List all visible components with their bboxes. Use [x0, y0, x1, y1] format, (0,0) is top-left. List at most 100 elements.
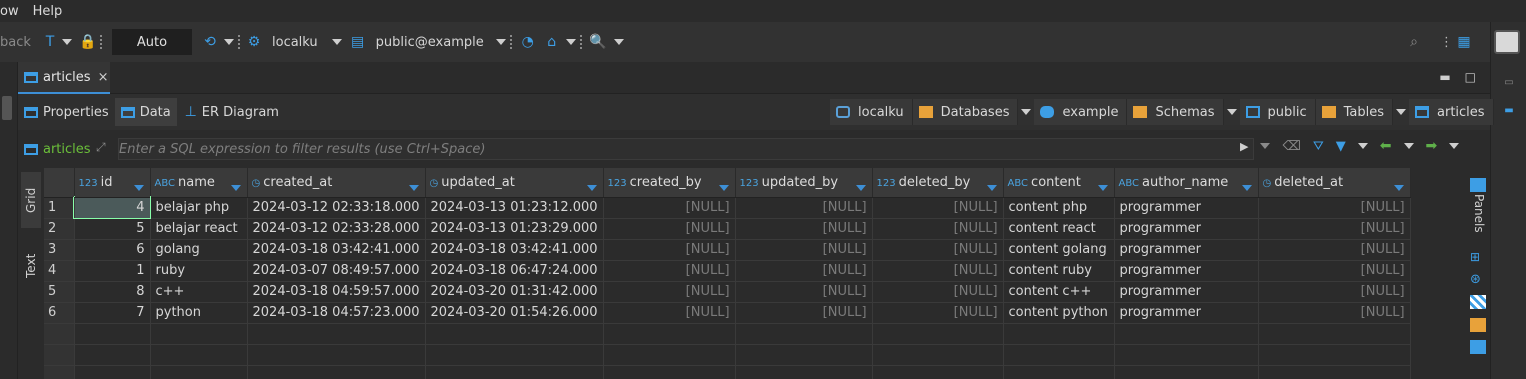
cell-id[interactable]: 1 [74, 260, 151, 282]
row-number[interactable]: 6 [44, 302, 75, 324]
lock-icon[interactable]: 🔒 [79, 34, 96, 50]
row-number[interactable]: 2 [44, 218, 75, 240]
cell-id[interactable]: 6 [74, 239, 151, 261]
references-panel-icon[interactable] [1470, 340, 1486, 354]
calc-panel-icon[interactable] [1470, 318, 1486, 332]
user-avatar[interactable] [1494, 30, 1520, 54]
menu-item-help[interactable]: Help [26, 4, 70, 19]
cell-deleted-at[interactable]: [NULL] [1258, 281, 1411, 303]
cell-author-name[interactable]: programmer [1114, 218, 1259, 240]
menu-item-window[interactable]: ow [0, 4, 26, 19]
breadcrumb-schemas[interactable]: Schemas [1127, 99, 1224, 125]
cell-updated-at[interactable]: 2024-03-20 01:31:42.000 [425, 281, 604, 303]
cell-deleted-by[interactable]: [NULL] [872, 260, 1004, 282]
sort-icon[interactable] [1097, 180, 1108, 195]
tasks-dropdown-icon[interactable] [565, 39, 576, 45]
minimize-icon[interactable]: ▬ [1439, 70, 1450, 84]
search-db-icon[interactable]: 🔍 [589, 34, 606, 50]
table-row[interactable]: 6 7 python 2024-03-18 04:57:23.000 2024-03-2… [44, 302, 1411, 324]
sort-icon[interactable] [718, 180, 729, 195]
cell-updated-by[interactable]: [NULL] [735, 239, 873, 261]
panels-toggle-icon[interactable] [1470, 178, 1486, 192]
column-header-deleted-at[interactable]: ◷ deleted_at [1258, 168, 1411, 198]
row-number[interactable]: 5 [44, 281, 75, 303]
cell-deleted-by[interactable]: [NULL] [872, 218, 1004, 240]
column-header-content[interactable]: ABC content [1003, 168, 1115, 198]
cell-updated-by[interactable]: [NULL] [735, 197, 873, 219]
table-row[interactable]: 5 8 c++ 2024-03-18 04:59:57.000 2024-03-20 0… [44, 281, 1411, 303]
column-header-created-by[interactable]: 123 created_by [603, 168, 736, 198]
cell-name[interactable]: belajar php [150, 197, 248, 219]
more-options-icon[interactable]: ⋮ [1440, 35, 1453, 50]
column-header-author-name[interactable]: ABC author_name [1114, 168, 1259, 198]
cell-created-at[interactable]: 2024-03-18 03:42:41.000 [247, 239, 426, 261]
breadcrumb-localku[interactable]: localku [830, 99, 913, 125]
cell-author-name[interactable]: programmer [1114, 239, 1259, 261]
cell-id[interactable]: 4 [73, 196, 151, 219]
column-header-deleted-by[interactable]: 123 deleted_by [872, 168, 1004, 198]
sort-icon[interactable] [133, 180, 144, 195]
cell-deleted-by[interactable]: [NULL] [872, 239, 1004, 261]
active-connection-select[interactable]: localku [272, 35, 318, 50]
tab-data[interactable]: Data [114, 98, 177, 126]
cell-updated-at[interactable]: 2024-03-13 01:23:12.000 [425, 197, 604, 219]
transaction-mode-icon[interactable]: T [42, 34, 58, 50]
filter-icon[interactable]: ▼ [1336, 139, 1346, 154]
cell-created-at[interactable]: 2024-03-18 04:59:57.000 [247, 281, 426, 303]
table-row[interactable]: 4 1 ruby 2024-03-07 08:49:57.000 2024-03-18 … [44, 260, 1411, 282]
sort-icon[interactable] [230, 180, 241, 195]
cell-updated-by[interactable]: [NULL] [735, 218, 873, 240]
new-tab-icon[interactable]: ▦ [1456, 34, 1472, 50]
column-header-name[interactable]: ABC name [150, 168, 248, 198]
cell-created-by[interactable]: [NULL] [603, 239, 736, 261]
database-tasks-icon[interactable]: ⌂ [544, 34, 560, 50]
cell-created-at[interactable]: 2024-03-12 02:33:18.000 [247, 197, 426, 219]
cell-created-by[interactable]: [NULL] [603, 197, 736, 219]
expand-filter-icon[interactable]: ⤢ [96, 140, 106, 155]
cell-author-name[interactable]: programmer [1114, 281, 1259, 303]
cell-updated-at[interactable]: 2024-03-18 03:42:41.000 [425, 239, 604, 261]
column-header-created-at[interactable]: ◷ created_at [247, 168, 426, 198]
cell-content[interactable]: content python [1003, 302, 1115, 324]
forward-arrow-icon[interactable]: ➡ [1426, 138, 1438, 154]
cell-deleted-by[interactable]: [NULL] [872, 281, 1004, 303]
active-schema-select[interactable]: public@example [376, 35, 484, 50]
tab-er-diagram[interactable]: ⊥ ER Diagram [177, 98, 285, 126]
sort-icon[interactable] [1393, 180, 1404, 195]
table-row[interactable]: 1 4 belajar php 2024-03-12 02:33:18.000 2024… [44, 196, 1411, 219]
cell-name[interactable]: belajar react [150, 218, 248, 240]
cell-deleted-at[interactable]: [NULL] [1258, 197, 1411, 219]
commit-mode-select[interactable]: Auto [112, 29, 192, 55]
filter-dropdown-icon[interactable] [1357, 143, 1368, 149]
search-dropdown-icon[interactable] [613, 39, 624, 45]
breadcrumb-dropdown[interactable] [1018, 99, 1035, 125]
breadcrumb-dropdown[interactable] [1393, 99, 1410, 125]
clear-filter-icon[interactable]: ⌫ [1282, 139, 1300, 154]
rollback-button[interactable]: back [0, 35, 36, 50]
metadata-panel-icon[interactable]: ⊛ [1470, 272, 1486, 287]
cell-updated-by[interactable]: [NULL] [735, 302, 873, 324]
breadcrumb-articles[interactable]: articles [1409, 99, 1494, 125]
cell-deleted-at[interactable]: [NULL] [1258, 260, 1411, 282]
grouping-panel-icon[interactable] [1470, 295, 1486, 309]
row-number[interactable]: 3 [44, 239, 75, 261]
cell-content[interactable]: content php [1003, 197, 1115, 219]
cell-created-at[interactable]: 2024-03-07 08:49:57.000 [247, 260, 426, 282]
cell-created-at[interactable]: 2024-03-18 04:57:23.000 [247, 302, 426, 324]
cell-content[interactable]: content react [1003, 218, 1115, 240]
tab-articles[interactable]: articles × [18, 62, 110, 94]
row-number[interactable]: 4 [44, 260, 75, 282]
column-header-id[interactable]: 123 id [74, 168, 151, 198]
cell-deleted-by[interactable]: [NULL] [872, 302, 1004, 324]
cell-author-name[interactable]: programmer [1114, 260, 1259, 282]
cell-content[interactable]: content golang [1003, 239, 1115, 261]
cell-updated-by[interactable]: [NULL] [735, 281, 873, 303]
cell-created-at[interactable]: 2024-03-12 02:33:28.000 [247, 218, 426, 240]
outline-view-icon[interactable]: ▬ [1501, 102, 1517, 118]
dashboard-icon[interactable]: ◔ [520, 34, 536, 50]
sort-icon[interactable] [408, 180, 419, 195]
cell-updated-at[interactable]: 2024-03-20 01:54:26.000 [425, 302, 604, 324]
schema-dropdown-icon[interactable] [495, 39, 506, 45]
cell-id[interactable]: 7 [74, 302, 151, 324]
cell-created-by[interactable]: [NULL] [603, 218, 736, 240]
